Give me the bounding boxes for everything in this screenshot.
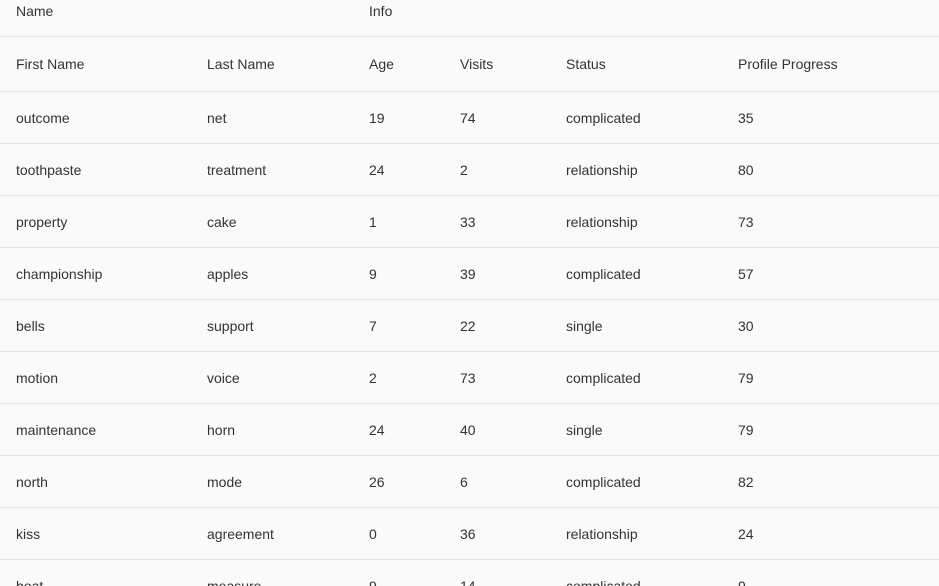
cell-age: 0: [369, 525, 377, 542]
cell-status: relationship: [566, 525, 638, 542]
table-row[interactable]: toothpaste treatment 24 2 relationship 8…: [0, 144, 939, 196]
cell-status: complicated: [566, 109, 641, 126]
cell-visits: 2: [460, 161, 468, 178]
cell-profile-progress: 79: [738, 369, 754, 386]
cell-status: complicated: [566, 577, 641, 586]
cell-age: 19: [369, 109, 385, 126]
table-row[interactable]: motion voice 2 73 complicated 79: [0, 352, 939, 404]
cell-age: 26: [369, 473, 385, 490]
column-header-profile-progress[interactable]: Profile Progress: [738, 37, 838, 91]
cell-profile-progress: 9: [738, 577, 746, 586]
cell-last-name: apples: [207, 265, 249, 282]
cell-profile-progress: 57: [738, 265, 754, 282]
cell-last-name: treatment: [207, 161, 267, 178]
cell-age: 2: [369, 369, 377, 386]
table-row[interactable]: bells support 7 22 single 30: [0, 300, 939, 352]
cell-last-name: agreement: [207, 525, 274, 542]
cell-visits: 36: [460, 525, 476, 542]
cell-last-name: net: [207, 109, 227, 126]
cell-visits: 33: [460, 213, 476, 230]
cell-visits: 14: [460, 577, 476, 586]
column-header-status[interactable]: Status: [566, 37, 606, 91]
cell-status: relationship: [566, 161, 638, 178]
cell-visits: 22: [460, 317, 476, 334]
table-row[interactable]: north mode 26 6 complicated 82: [0, 456, 939, 508]
cell-profile-progress: 35: [738, 109, 754, 126]
cell-profile-progress: 24: [738, 525, 754, 542]
table-row[interactable]: kiss agreement 0 36 relationship 24: [0, 508, 939, 560]
cell-first-name: championship: [16, 265, 103, 282]
column-header-last-name[interactable]: Last Name: [207, 37, 275, 91]
cell-last-name: mode: [207, 473, 243, 490]
cell-profile-progress: 82: [738, 473, 754, 490]
cell-status: relationship: [566, 213, 638, 230]
table-row[interactable]: championship apples 9 39 complicated 57: [0, 248, 939, 300]
cell-age: 24: [369, 421, 385, 438]
data-table: Name Info First Name Last Name Age Visit…: [0, 0, 939, 586]
table-row[interactable]: boat measure 9 14 complicated 9: [0, 560, 939, 586]
cell-profile-progress: 80: [738, 161, 754, 178]
cell-last-name: measure: [207, 577, 262, 586]
cell-profile-progress: 79: [738, 421, 754, 438]
cell-visits: 74: [460, 109, 476, 126]
table-row[interactable]: outcome net 19 74 complicated 35: [0, 92, 939, 144]
cell-last-name: horn: [207, 421, 236, 438]
cell-age: 1: [369, 213, 377, 230]
cell-first-name: boat: [16, 577, 44, 586]
cell-status: complicated: [566, 369, 641, 386]
group-header-info: Info: [369, 3, 393, 19]
cell-visits: 39: [460, 265, 476, 282]
group-header-row: Name Info: [0, 0, 939, 37]
cell-status: single: [566, 421, 603, 438]
table-row[interactable]: maintenance horn 24 40 single 79: [0, 404, 939, 456]
cell-visits: 73: [460, 369, 476, 386]
cell-age: 9: [369, 577, 377, 586]
column-header-age[interactable]: Age: [369, 37, 394, 91]
cell-status: single: [566, 317, 603, 334]
column-header-row: First Name Last Name Age Visits Status P…: [0, 37, 939, 92]
cell-age: 7: [369, 317, 377, 334]
cell-first-name: property: [16, 213, 68, 230]
cell-first-name: motion: [16, 369, 59, 386]
cell-first-name: kiss: [16, 525, 41, 542]
table-row[interactable]: property cake 1 33 relationship 73: [0, 196, 939, 248]
cell-first-name: outcome: [16, 109, 70, 126]
cell-visits: 6: [460, 473, 468, 490]
cell-last-name: cake: [207, 213, 237, 230]
cell-first-name: north: [16, 473, 48, 490]
cell-first-name: toothpaste: [16, 161, 82, 178]
cell-status: complicated: [566, 265, 641, 282]
cell-last-name: support: [207, 317, 254, 334]
cell-status: complicated: [566, 473, 641, 490]
cell-age: 9: [369, 265, 377, 282]
cell-visits: 40: [460, 421, 476, 438]
group-header-name: Name: [16, 3, 54, 19]
column-header-visits[interactable]: Visits: [460, 37, 493, 91]
cell-first-name: maintenance: [16, 421, 97, 438]
cell-profile-progress: 30: [738, 317, 754, 334]
cell-profile-progress: 73: [738, 213, 754, 230]
cell-last-name: voice: [207, 369, 240, 386]
column-header-first-name[interactable]: First Name: [16, 37, 84, 91]
cell-first-name: bells: [16, 317, 45, 334]
cell-age: 24: [369, 161, 385, 178]
